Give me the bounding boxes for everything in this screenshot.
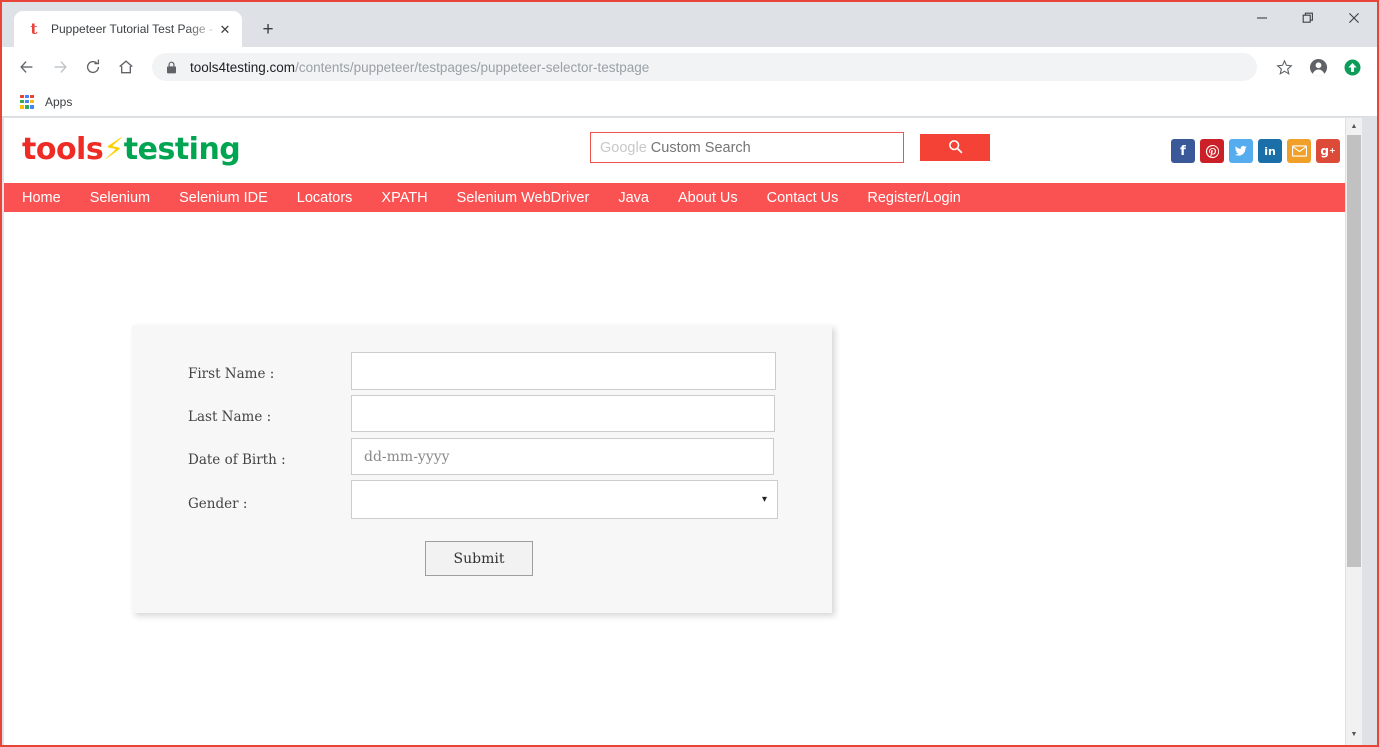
email-icon[interactable] <box>1287 139 1311 163</box>
nav-item-xpath[interactable]: XPATH <box>381 190 427 206</box>
url-host: tools4testing.com <box>190 59 296 75</box>
search-placeholder: Google Custom Search <box>600 140 751 156</box>
tab-strip: t Puppeteer Tutorial Test Page - to ✕ + <box>2 2 1377 47</box>
star-icon[interactable] <box>1269 52 1299 82</box>
tab-title: Puppeteer Tutorial Test Page - to <box>51 22 216 36</box>
nav-item-locators[interactable]: Locators <box>297 190 353 206</box>
new-tab-button[interactable]: + <box>254 15 282 43</box>
first-name-input[interactable] <box>351 352 776 390</box>
page-scrollbar[interactable]: ▲ ▼ <box>1345 118 1362 745</box>
chevron-down-icon: ▾ <box>761 493 767 505</box>
nav-item-java[interactable]: Java <box>618 190 649 206</box>
page-viewport: tools⚡testing Google Custom Search f in … <box>4 118 1362 745</box>
apps-label: Apps <box>45 94 73 109</box>
scrollbar-thumb[interactable] <box>1347 135 1361 567</box>
last-name-input[interactable] <box>351 395 775 432</box>
logo-part-2: testing <box>123 132 241 167</box>
twitter-icon[interactable] <box>1229 139 1253 163</box>
page-content: First Name : Last Name : Date of Birth :… <box>4 212 1362 745</box>
url-path: /contents/puppeteer/testpages/puppeteer-… <box>295 59 650 75</box>
gender-label: Gender : <box>188 496 248 512</box>
lock-icon <box>166 61 180 74</box>
site-logo[interactable]: tools⚡testing <box>22 132 241 167</box>
googleplus-icon[interactable]: g + <box>1316 139 1340 163</box>
browser-tab[interactable]: t Puppeteer Tutorial Test Page - to ✕ <box>14 11 242 47</box>
url-text: tools4testing.com/contents/puppeteer/tes… <box>190 60 649 75</box>
apps-shortcut[interactable]: Apps <box>20 94 73 109</box>
date-of-birth-input[interactable] <box>351 438 774 475</box>
lightning-bolt-icon: ⚡ <box>103 132 124 167</box>
nav-item-selenium-webdriver[interactable]: Selenium WebDriver <box>457 190 590 206</box>
site-header: tools⚡testing Google Custom Search f in … <box>4 118 1362 183</box>
date-of-birth-label: Date of Birth : <box>188 452 286 468</box>
search-placeholder-brand: Google <box>600 139 647 156</box>
nav-item-selenium[interactable]: Selenium <box>90 190 150 206</box>
bookmarks-bar: Apps <box>2 87 1377 117</box>
t-favicon: t <box>30 19 38 38</box>
restore-icon[interactable] <box>1285 2 1331 34</box>
logo-part-1: tools <box>22 132 104 167</box>
forward-arrow-icon[interactable] <box>45 52 75 82</box>
social-links: f in g + <box>1171 139 1340 163</box>
search-icon <box>948 139 963 157</box>
nav-item-home[interactable]: Home <box>22 190 61 206</box>
apps-grid-icon <box>20 94 34 109</box>
search-placeholder-text: Custom Search <box>646 139 751 156</box>
scroll-up-arrow-icon[interactable]: ▲ <box>1346 118 1362 135</box>
close-icon[interactable]: ✕ <box>216 20 234 38</box>
nav-item-selenium-ide[interactable]: Selenium IDE <box>179 190 268 206</box>
back-arrow-icon[interactable] <box>12 52 42 82</box>
nav-item-register-login[interactable]: Register/Login <box>867 190 961 206</box>
nav-item-about-us[interactable]: About Us <box>678 190 738 206</box>
search-button[interactable] <box>920 134 990 161</box>
site-navigation: Home Selenium Selenium IDE Locators XPAT… <box>4 183 1362 212</box>
close-icon[interactable] <box>1331 2 1377 34</box>
window-controls <box>1239 2 1377 34</box>
first-name-label: First Name : <box>188 366 275 382</box>
address-bar[interactable]: tools4testing.com/contents/puppeteer/tes… <box>152 53 1257 81</box>
search-input[interactable]: Google Custom Search <box>590 132 904 163</box>
update-available-icon[interactable] <box>1337 52 1367 82</box>
minimize-icon[interactable] <box>1239 2 1285 34</box>
last-name-label: Last Name : <box>188 409 272 425</box>
pinterest-icon[interactable] <box>1200 139 1224 163</box>
scroll-down-arrow-icon[interactable]: ▼ <box>1346 726 1362 743</box>
gender-select[interactable]: ▾ <box>351 480 778 519</box>
form-card: First Name : Last Name : Date of Birth :… <box>132 325 832 613</box>
site-search: Google Custom Search <box>590 132 990 163</box>
profile-avatar-icon[interactable] <box>1303 52 1333 82</box>
browser-window: t Puppeteer Tutorial Test Page - to ✕ + <box>0 0 1379 747</box>
reload-icon[interactable] <box>78 52 108 82</box>
toolbar-right-icons <box>1265 52 1367 82</box>
facebook-icon[interactable]: f <box>1171 139 1195 163</box>
browser-toolbar: tools4testing.com/contents/puppeteer/tes… <box>2 47 1377 87</box>
nav-item-contact-us[interactable]: Contact Us <box>767 190 839 206</box>
submit-button[interactable]: Submit <box>425 541 533 576</box>
home-icon[interactable] <box>111 52 141 82</box>
linkedin-icon[interactable]: in <box>1258 139 1282 163</box>
